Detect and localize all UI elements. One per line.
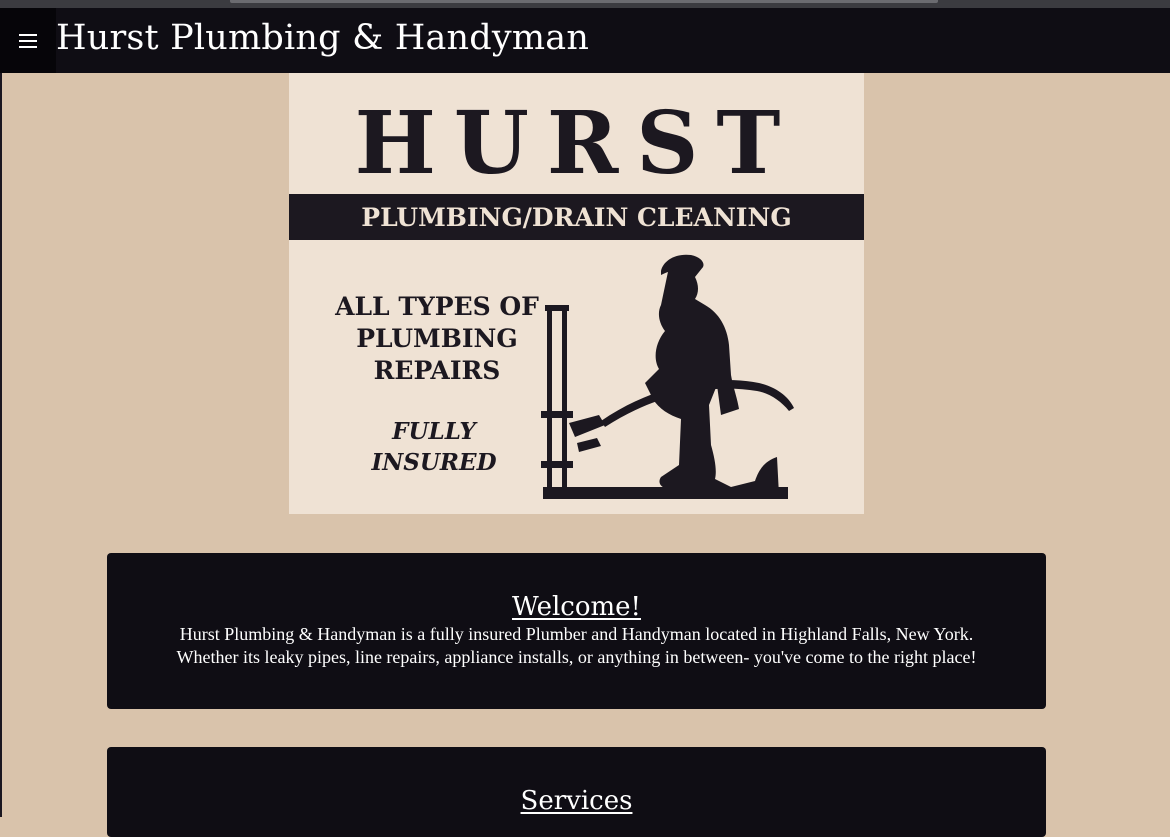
services-heading: Services [520,786,633,816]
horizontal-scrollbar-thumb[interactable] [230,0,938,3]
welcome-text-line-1: Hurst Plumbing & Handyman is a fully ins… [179,624,974,644]
welcome-text-line-2: Whether its leaky pipes, line repairs, a… [176,647,977,667]
welcome-heading: Welcome! [511,592,641,622]
welcome-section: Welcome! Hurst Plumbing & Handyman is a … [107,553,1046,709]
top-navigation-bar: Hurst Plumbing & Handyman [0,8,1170,73]
services-section: Services [107,747,1046,837]
company-logo-image: HURST PLUMBING/DRAIN CLEANING ALL TYPES … [289,73,864,514]
menu-button[interactable] [0,8,56,73]
hamburger-menu-icon [19,33,37,48]
browser-scroll-strip [0,0,1170,8]
plumber-silhouette-icon [541,254,794,499]
site-title[interactable]: Hurst Plumbing & Handyman [56,18,589,58]
page-left-edge [0,8,2,817]
